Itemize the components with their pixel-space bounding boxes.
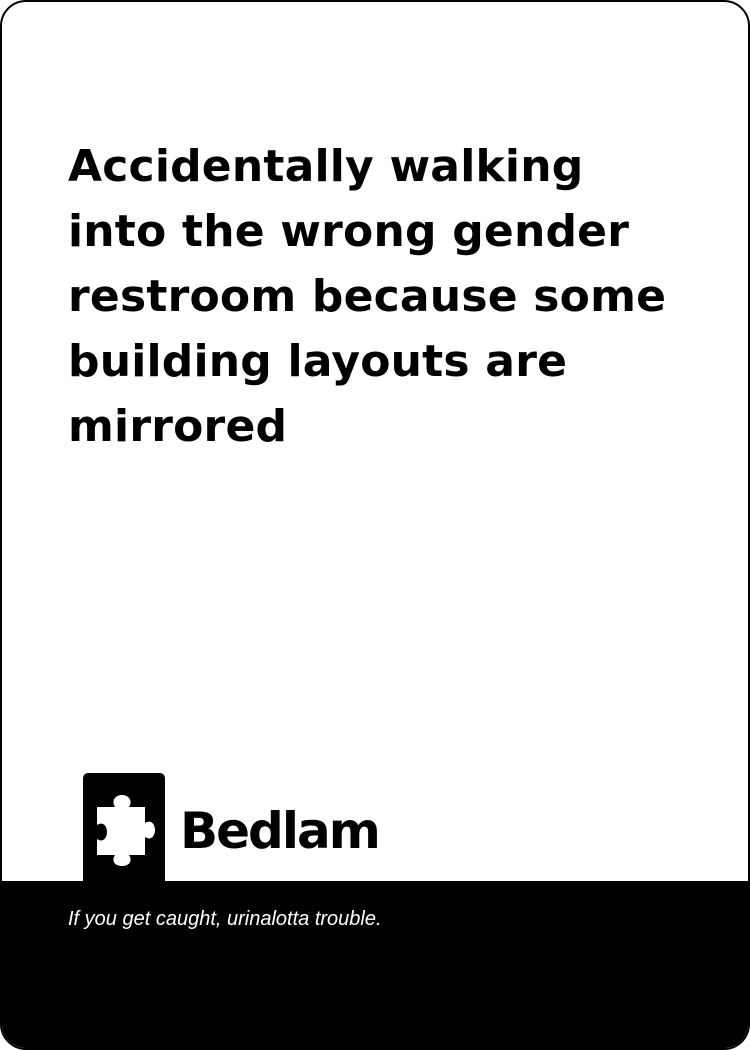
puzzle-piece-icon bbox=[97, 795, 155, 866]
logo-badge bbox=[83, 773, 165, 885]
card-prompt: Accidentally walking into the wrong gend… bbox=[68, 141, 667, 452]
tagline: If you get caught, urinalotta trouble. bbox=[68, 908, 382, 930]
footer-band bbox=[2, 881, 748, 1048]
card: Accidentally walking into the wrong gend… bbox=[0, 0, 750, 1050]
brand-name: Bedlam bbox=[180, 802, 381, 860]
